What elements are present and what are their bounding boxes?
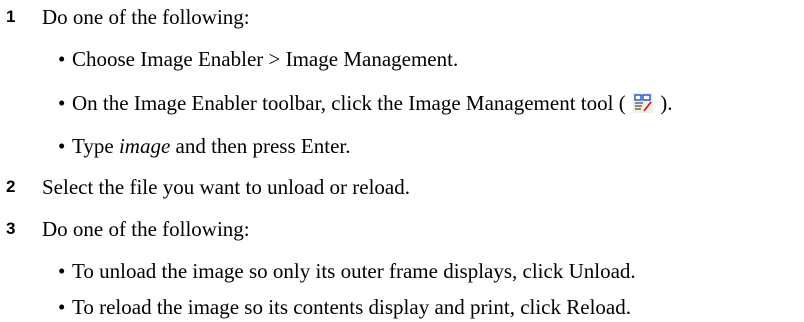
bullet-dot: • [58,90,66,115]
bullet-text: To reload the image so its contents disp… [72,294,631,319]
step-number: 2 [6,177,16,196]
step-number: 3 [6,219,16,238]
step-text: Select the file you want to unload or re… [42,174,410,199]
step-number: 1 [6,7,16,26]
bullet-text-pre: Type [72,133,119,158]
step-text: Do one of the following: [42,216,250,241]
bullet-text: To unload the image so only its outer fr… [72,258,636,283]
bullet-text-post: and then press Enter. [170,133,351,158]
bullet-dot: • [58,294,66,319]
image-management-tool-icon [632,93,653,113]
bullet-text: On the Image Enabler toolbar, click the … [72,91,672,116]
bullet-text-post: ). [660,90,673,115]
bullet-dot: • [58,46,66,71]
bullet-dot: • [58,133,66,158]
bullet-text: Type image and then press Enter. [72,134,350,159]
bullet-text-pre: On the Image Enabler toolbar, click the … [72,90,626,115]
step-text: Do one of the following: [42,4,250,29]
bullet-text-italic: image [118,133,171,158]
bullet-dot: • [58,258,66,283]
bullet-text: Choose Image Enabler > Image Management. [72,46,459,71]
